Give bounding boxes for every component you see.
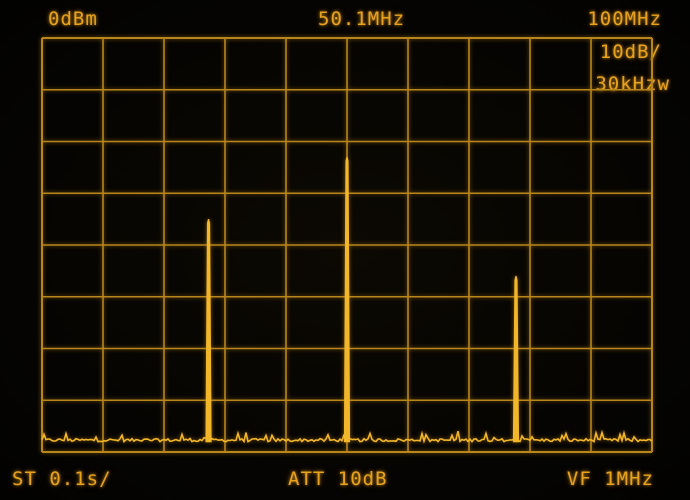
signal-peak [343,156,351,443]
video-filter-readout: VF 1MHz [566,468,654,490]
spectrum-plot [41,37,653,453]
signal-peak [205,218,212,443]
signal-peak [512,275,520,443]
attenuation-readout: ATT 10dB [288,468,388,490]
sweep-time-readout: ST 0.1s/ [12,468,112,490]
spectrum-trace-layer [41,156,653,444]
spectrum-analyzer-screen: 0dBm 50.1MHz 100MHz 10dB/ 30kHzw ST 0.1s… [0,0,690,500]
